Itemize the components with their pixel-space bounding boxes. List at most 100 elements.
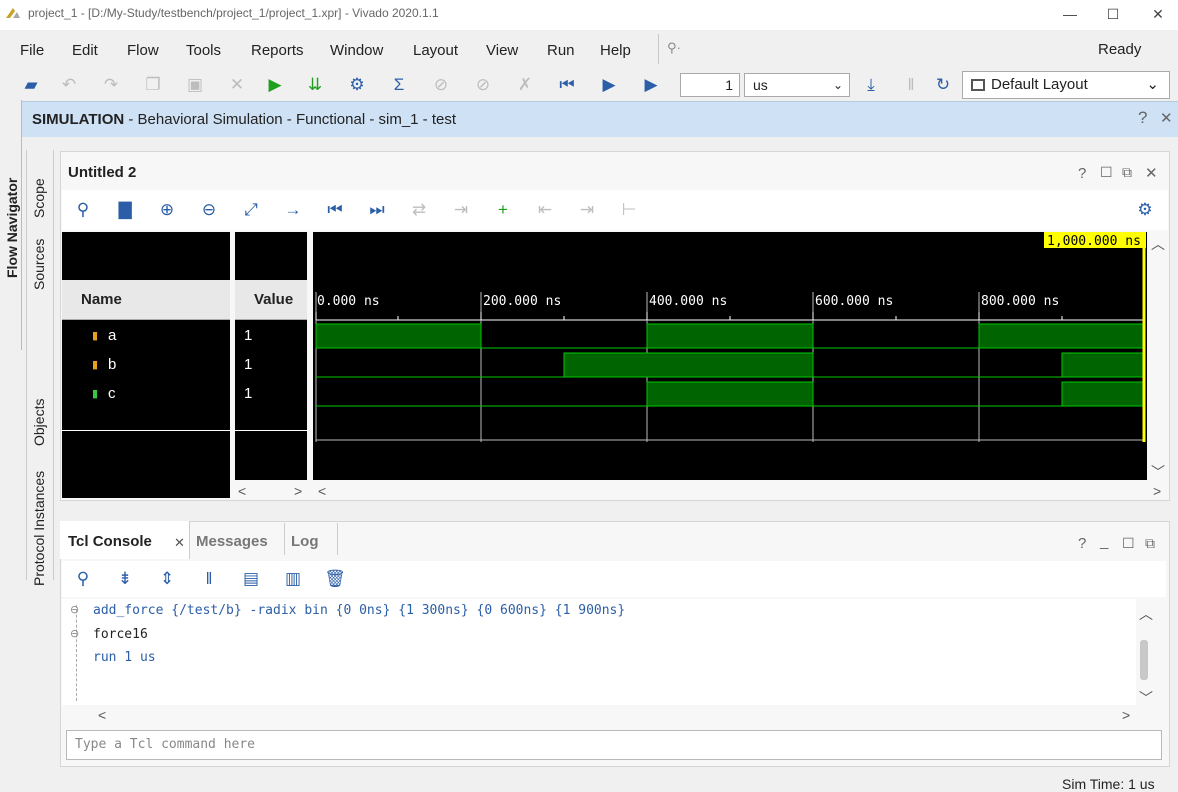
tab-sources[interactable]: Sources [31, 239, 47, 290]
undo-icon[interactable]: ↶ [58, 74, 80, 96]
value-column-header[interactable]: Value [235, 280, 307, 320]
scroll-right-icon[interactable]: > [1122, 707, 1130, 723]
close-icon[interactable]: ✕ [1145, 164, 1158, 182]
scroll-left-icon[interactable]: < [238, 483, 246, 499]
help-icon[interactable]: ? [1138, 108, 1147, 128]
signal-row[interactable]: ▮ a [62, 322, 230, 350]
zoom-out-icon[interactable]: ⊖ [198, 199, 220, 221]
pause-output-icon[interactable]: ‖ [198, 568, 220, 590]
scroll-right-icon[interactable]: > [1153, 483, 1161, 499]
name-column-header[interactable]: Name [62, 280, 230, 320]
close-tab-icon[interactable]: ✕ [174, 535, 185, 551]
tab-log[interactable]: Log [291, 533, 319, 550]
table-view-icon[interactable]: ▥ [282, 568, 304, 590]
tab-objects[interactable]: Objects [31, 399, 47, 446]
menu-tools[interactable]: Tools [186, 42, 221, 59]
menu-view[interactable]: View [486, 42, 518, 59]
search-icon[interactable]: ⚲ [72, 568, 94, 590]
add-marker-icon[interactable]: + [492, 199, 514, 221]
copy-output-icon[interactable]: ▤ [240, 568, 262, 590]
open-folder-icon[interactable]: ▰ [20, 74, 42, 96]
program-device-icon[interactable]: ⇊ [304, 74, 326, 96]
scroll-down-icon[interactable]: ﹀ [1139, 688, 1153, 708]
copy-icon[interactable]: ❐ [142, 74, 164, 96]
menu-file[interactable]: File [20, 42, 44, 59]
collapse-all-icon[interactable]: ⇟ [114, 568, 136, 590]
maximize-button[interactable]: ☐ [1091, 2, 1135, 26]
go-to-cursor-icon[interactable]: → [282, 199, 304, 221]
prev-marker-icon[interactable]: ⇤ [534, 199, 556, 221]
time-label: 200.000 ns [483, 294, 561, 309]
run-unit-select[interactable]: us ⌄ [744, 73, 850, 97]
run-simulation-icon[interactable]: ▶ [264, 74, 286, 96]
menu-edit[interactable]: Edit [72, 42, 98, 59]
menu-reports[interactable]: Reports [251, 42, 304, 59]
fold-collapse-icon[interactable]: ⊖ [70, 603, 79, 616]
simulation-label: SIMULATION [32, 111, 125, 128]
quick-access-search[interactable]: ⚲· [658, 34, 1098, 64]
waveform-area[interactable]: 0.000 ns 200.000 ns 400.000 ns 600.000 n… [313, 232, 1147, 480]
run-for-time-icon[interactable]: ▶ [640, 74, 662, 96]
float-icon[interactable]: ⧉ [1122, 164, 1132, 181]
tcl-command-input[interactable]: Type a Tcl command here [66, 730, 1162, 760]
pause-icon[interactable]: ‖ [900, 74, 922, 96]
scroll-left-icon[interactable]: < [98, 707, 106, 723]
zoom-in-icon[interactable]: ⊕ [156, 199, 178, 221]
scroll-left-icon[interactable]: < [318, 483, 326, 499]
signal-row[interactable]: ▮ c [62, 380, 230, 408]
vertical-scrollbar-thumb[interactable] [1140, 640, 1148, 680]
tab-flow-navigator[interactable]: Flow Navigator [4, 178, 20, 278]
close-button[interactable]: ✕ [1136, 2, 1178, 26]
settings-gear-icon[interactable]: ⚙ [346, 74, 368, 96]
settings-gear-icon[interactable]: ⚙ [1134, 199, 1156, 221]
maximize-icon[interactable]: ☐ [1100, 164, 1113, 181]
fold-collapse-icon[interactable]: ⊖ [70, 627, 79, 640]
delete-icon[interactable]: ✕ [226, 74, 248, 96]
relaunch-icon[interactable]: ↻ [932, 74, 954, 96]
next-transition-icon[interactable]: ⇥ [450, 199, 472, 221]
menu-layout[interactable]: Layout [413, 42, 458, 59]
tab-tcl-console[interactable]: Tcl Console [68, 533, 152, 550]
expand-all-icon[interactable]: ⇕ [156, 568, 178, 590]
tab-messages[interactable]: Messages [196, 533, 268, 550]
menu-help[interactable]: Help [600, 42, 631, 59]
scroll-down-icon[interactable]: ﹀ [1151, 462, 1165, 482]
run-all-icon[interactable]: ▶ [598, 74, 620, 96]
maximize-icon[interactable]: ☐ [1122, 535, 1135, 552]
paste-icon[interactable]: ▣ [184, 74, 206, 96]
swap-cursors-icon[interactable]: ⇄ [408, 199, 430, 221]
menu-window[interactable]: Window [330, 42, 383, 59]
scroll-right-icon[interactable]: > [294, 483, 302, 499]
console-output[interactable]: ⊖ ⊖ add_force {/test/b} -radix bin {0 0n… [62, 599, 1136, 705]
help-icon[interactable]: ? [1078, 535, 1086, 552]
save-icon[interactable]: ▇ [114, 199, 136, 221]
help-icon[interactable]: ? [1078, 165, 1086, 182]
menu-run[interactable]: Run [547, 42, 575, 59]
search-icon[interactable]: ⚲ [72, 199, 94, 221]
scroll-up-icon[interactable]: ︿ [1139, 604, 1153, 624]
tab-protocol-instances[interactable]: Protocol Instances [31, 471, 47, 586]
tool-disabled-3-icon[interactable]: ✗ [514, 74, 536, 96]
step-icon[interactable]: ⤓ [860, 74, 882, 96]
menu-flow[interactable]: Flow [127, 42, 159, 59]
tool-disabled-2-icon[interactable]: ⊘ [472, 74, 494, 96]
go-to-end-icon[interactable]: ⏭ [366, 199, 388, 221]
restart-icon[interactable]: ⏮ [556, 74, 578, 96]
signal-row[interactable]: ▮ b [62, 351, 230, 379]
clear-console-icon[interactable]: 🗑 [324, 568, 346, 590]
run-time-input[interactable]: 1 [680, 73, 740, 97]
float-icon[interactable]: ⧉ [1145, 535, 1155, 552]
redo-icon[interactable]: ↷ [100, 74, 122, 96]
snap-icon[interactable]: ⊢ [618, 199, 640, 221]
minimize-icon[interactable]: _ [1100, 533, 1108, 550]
tab-scope[interactable]: Scope [31, 178, 47, 218]
zoom-fit-icon[interactable]: ⤢ [240, 199, 262, 221]
layout-select[interactable]: Default Layout ⌄ [962, 71, 1170, 99]
go-to-start-icon[interactable]: ⏮ [324, 199, 346, 221]
sigma-report-icon[interactable]: Σ [388, 74, 410, 96]
tool-disabled-1-icon[interactable]: ⊘ [430, 74, 452, 96]
close-icon[interactable]: ✕ [1160, 109, 1173, 127]
minimize-button[interactable]: — [1048, 2, 1092, 26]
scroll-up-icon[interactable]: ︿ [1151, 234, 1165, 254]
next-marker-icon[interactable]: ⇥ [576, 199, 598, 221]
